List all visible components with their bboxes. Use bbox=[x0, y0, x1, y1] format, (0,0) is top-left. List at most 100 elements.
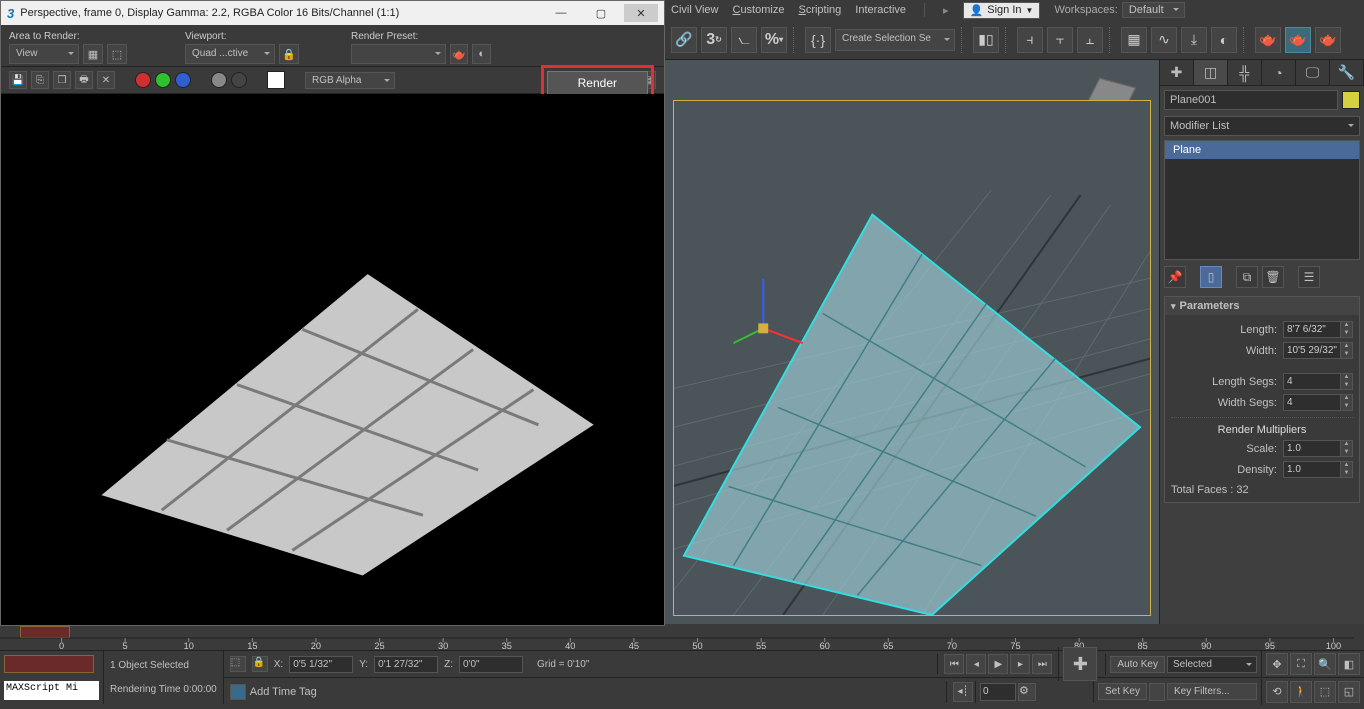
zoom-extents-icon[interactable]: ⛶ bbox=[1290, 653, 1312, 675]
render-output-canvas[interactable] bbox=[1, 94, 664, 625]
lock-viewport-icon[interactable]: 🔒 bbox=[279, 44, 299, 64]
clone-window-icon[interactable]: ❐ bbox=[53, 71, 71, 89]
tab-modify[interactable]: ◫ bbox=[1194, 60, 1228, 85]
viewport-dropdown[interactable]: Quad ...ctive bbox=[185, 44, 275, 64]
material-editor-icon[interactable]: ◐ bbox=[1211, 27, 1237, 53]
zoom-region-icon[interactable]: ⬚ bbox=[1314, 681, 1336, 703]
fov-icon[interactable]: ◧ bbox=[1338, 653, 1360, 675]
time-slider[interactable]: 0510152025303540455055606570758085909510… bbox=[0, 624, 1364, 650]
play-icon[interactable]: ▶ bbox=[988, 654, 1008, 674]
rollout-header[interactable]: Parameters bbox=[1165, 297, 1359, 315]
mirror-icon[interactable]: ▮▯ bbox=[973, 27, 999, 53]
modifier-list-dropdown[interactable]: Modifier List bbox=[1164, 116, 1360, 136]
channel-mono-icon[interactable] bbox=[231, 72, 247, 88]
add-time-tag[interactable]: Add Time Tag bbox=[250, 686, 317, 698]
angle-icon[interactable]: ⦦ bbox=[731, 27, 757, 53]
object-name-field[interactable]: Plane001 bbox=[1164, 90, 1338, 110]
x-field[interactable]: 0'5 1/32" bbox=[289, 656, 353, 673]
copy-image-icon[interactable]: ⎘ bbox=[31, 71, 49, 89]
width-spinner[interactable]: ▲▼ bbox=[1283, 342, 1353, 359]
next-frame-icon[interactable]: ▸ bbox=[1010, 654, 1030, 674]
isolate-icon[interactable]: ⬚ bbox=[230, 656, 246, 672]
bracket-icon[interactable]: {·} bbox=[805, 27, 831, 53]
menu-civil-view[interactable]: Civil View bbox=[671, 4, 718, 16]
percent-icon[interactable]: %▾ bbox=[761, 27, 787, 53]
show-end-result-icon[interactable]: ▯ bbox=[1200, 266, 1222, 288]
maxscript-listener[interactable]: MAXScript Mi bbox=[4, 681, 99, 701]
length-segs-spinner[interactable]: ▲▼ bbox=[1283, 373, 1353, 390]
goto-end-icon[interactable]: ⏭ bbox=[1032, 654, 1052, 674]
zoom-icon[interactable]: 🔍 bbox=[1314, 653, 1336, 675]
schematic-icon[interactable]: ⤓ bbox=[1181, 27, 1207, 53]
track-bar[interactable] bbox=[4, 655, 94, 673]
tab-motion[interactable]: ◔ bbox=[1262, 60, 1296, 85]
render-setup-quickicon[interactable]: 🫖 bbox=[450, 44, 469, 64]
prev-frame-icon[interactable]: ◂ bbox=[966, 654, 986, 674]
menu-scripting[interactable]: Scripting bbox=[798, 4, 841, 16]
quick-access-icon[interactable]: ▸ bbox=[943, 4, 949, 17]
channel-alpha-icon[interactable] bbox=[211, 72, 227, 88]
workspaces-dropdown[interactable]: Default bbox=[1122, 2, 1185, 18]
align-left-icon[interactable]: ⫞ bbox=[1017, 27, 1043, 53]
menu-interactive[interactable]: Interactive bbox=[855, 4, 906, 16]
minimize-button[interactable]: — bbox=[544, 4, 578, 22]
lock-selection-icon[interactable]: 🔒 bbox=[252, 656, 268, 672]
length-spinner[interactable]: ▲▼ bbox=[1283, 321, 1353, 338]
print-icon[interactable]: 🖶 bbox=[75, 71, 93, 89]
pan-icon[interactable]: ✥ bbox=[1266, 653, 1288, 675]
curve-editor-icon[interactable]: ∿ bbox=[1151, 27, 1177, 53]
three-icon[interactable]: 3↻ bbox=[701, 27, 727, 53]
time-tag-icon[interactable] bbox=[230, 684, 246, 700]
y-field[interactable]: 0'1 27/32" bbox=[374, 656, 438, 673]
time-config-icon[interactable]: ⚙ bbox=[1018, 683, 1036, 701]
align-center-icon[interactable]: ⫟ bbox=[1047, 27, 1073, 53]
maximize-button[interactable]: ▢ bbox=[584, 4, 618, 22]
configure-sets-icon[interactable]: ☰ bbox=[1298, 266, 1320, 288]
key-filters-button[interactable]: Key Filters... bbox=[1167, 683, 1257, 700]
sign-in-button[interactable]: 👤 Sign In ▼ bbox=[963, 2, 1041, 19]
scale-spinner[interactable]: ▲▼ bbox=[1283, 440, 1353, 457]
save-image-icon[interactable]: 💾 bbox=[9, 71, 27, 89]
environment-icon[interactable]: ◐ bbox=[472, 44, 491, 64]
set-key-large-icon[interactable]: ✚ bbox=[1063, 647, 1097, 681]
density-spinner[interactable]: ▲▼ bbox=[1283, 461, 1353, 478]
menu-customize[interactable]: Customize bbox=[732, 4, 784, 16]
make-unique-icon[interactable]: ⧉ bbox=[1236, 266, 1258, 288]
bg-color-swatch[interactable] bbox=[267, 71, 285, 89]
render-frame-icon[interactable]: 🫖 bbox=[1285, 27, 1311, 53]
render-preset-dropdown[interactable] bbox=[351, 44, 446, 64]
walk-icon[interactable]: 🚶 bbox=[1290, 681, 1312, 703]
region-edit-icon[interactable]: ▦ bbox=[83, 44, 103, 64]
tab-utilities[interactable]: 🔧 bbox=[1330, 60, 1364, 85]
tab-hierarchy[interactable]: ╬ bbox=[1228, 60, 1262, 85]
object-color-swatch[interactable] bbox=[1342, 91, 1360, 109]
key-mode-icon[interactable] bbox=[1149, 683, 1165, 701]
tab-create[interactable]: ✚ bbox=[1160, 60, 1194, 85]
current-frame-field[interactable] bbox=[980, 683, 1016, 701]
viewport-perspective[interactable] bbox=[665, 60, 1159, 624]
z-field[interactable]: 0'0" bbox=[459, 656, 523, 673]
window-titlebar[interactable]: 3 Perspective, frame 0, Display Gamma: 2… bbox=[1, 1, 664, 25]
auto-region-icon[interactable]: ⬚ bbox=[107, 44, 127, 64]
render-setup-icon[interactable]: 🫖 bbox=[1255, 27, 1281, 53]
auto-key-button[interactable]: Auto Key bbox=[1110, 656, 1165, 673]
clear-icon[interactable]: ✕ bbox=[97, 71, 115, 89]
close-button[interactable]: ✕ bbox=[624, 4, 658, 22]
orbit-icon[interactable]: ⟲ bbox=[1266, 681, 1288, 703]
layers-window-icon[interactable]: ▦ bbox=[1121, 27, 1147, 53]
max-toggle-icon[interactable]: ◱ bbox=[1338, 681, 1360, 703]
align-right-icon[interactable]: ⫠ bbox=[1077, 27, 1103, 53]
stack-item-plane[interactable]: Plane bbox=[1165, 141, 1359, 159]
link-icon[interactable]: 🔗 bbox=[671, 27, 697, 53]
channel-red-icon[interactable] bbox=[135, 72, 151, 88]
modifier-stack[interactable]: Plane bbox=[1164, 140, 1360, 260]
set-key-button[interactable]: Set Key bbox=[1098, 683, 1147, 700]
channel-green-icon[interactable] bbox=[155, 72, 171, 88]
area-to-render-dropdown[interactable]: View bbox=[9, 44, 79, 64]
goto-start-icon[interactable]: ⏮ bbox=[944, 654, 964, 674]
render-button[interactable]: Render bbox=[547, 71, 648, 95]
prev-key-icon[interactable]: ◂┊ bbox=[953, 682, 973, 702]
channel-dropdown[interactable]: RGB Alpha bbox=[305, 72, 395, 89]
selection-set-dropdown[interactable]: Create Selection Se bbox=[835, 29, 955, 51]
pin-stack-icon[interactable]: 📌 bbox=[1164, 266, 1186, 288]
